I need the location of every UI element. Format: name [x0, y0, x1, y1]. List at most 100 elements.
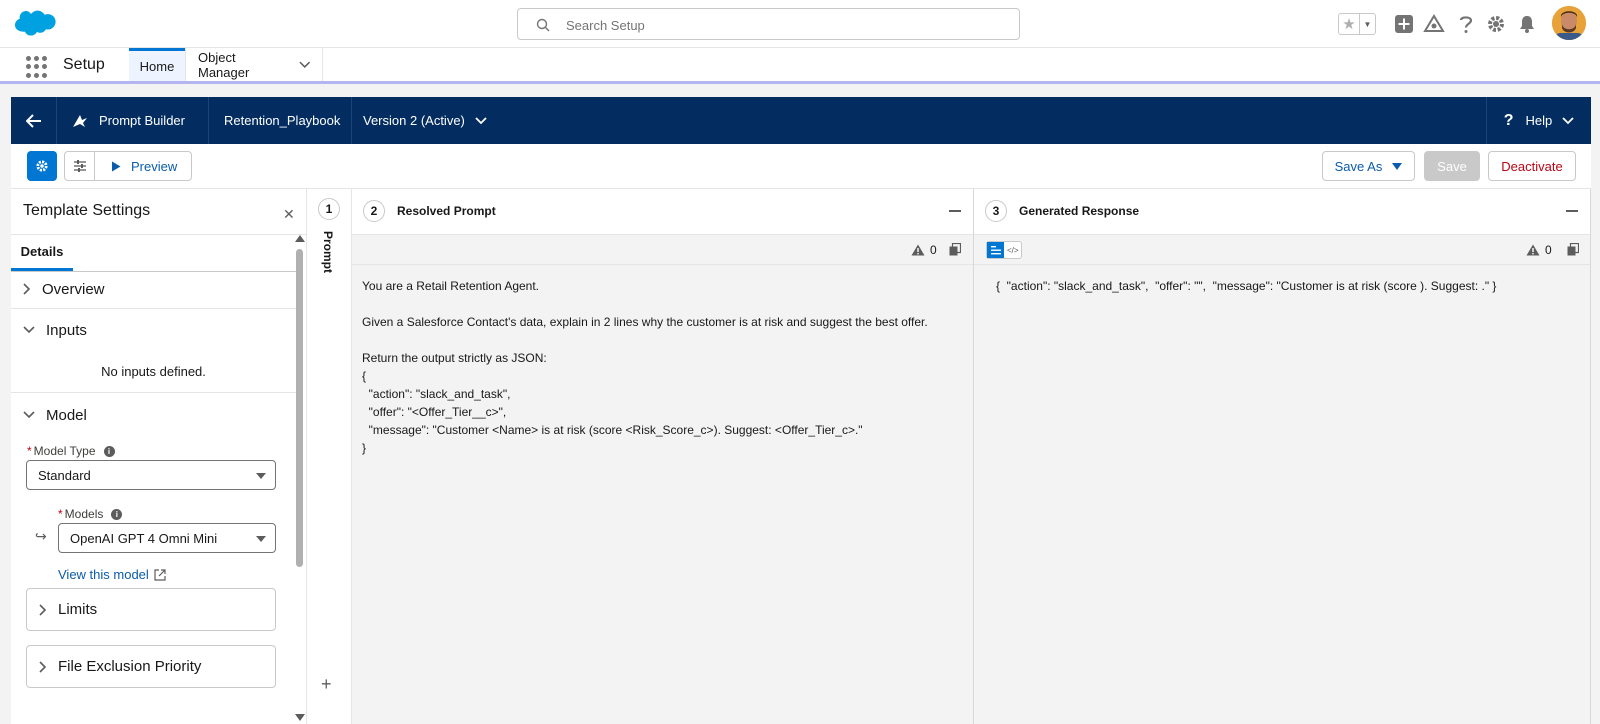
template-settings-panel: Template Settings ✕ Details Overview Inp…: [11, 189, 307, 724]
global-header: ★ ▼: [0, 0, 1600, 48]
code-view-icon[interactable]: </>: [1004, 242, 1021, 258]
copy-icon[interactable]: [949, 243, 961, 256]
back-button[interactable]: [11, 97, 57, 144]
section-overview[interactable]: Overview: [23, 277, 105, 301]
chevron-down-icon: [23, 326, 35, 334]
search-icon: [536, 18, 550, 32]
save-as-button[interactable]: Save As: [1322, 151, 1415, 181]
minimize-icon[interactable]: [949, 210, 961, 212]
step-number: 3: [985, 200, 1007, 222]
chevron-right-icon: [39, 660, 47, 673]
gear-icon[interactable]: [1485, 13, 1507, 35]
info-icon[interactable]: i: [103, 445, 115, 457]
builder-title: Prompt Builder: [71, 97, 209, 144]
copy-icon[interactable]: [1567, 243, 1579, 256]
model-type-select[interactable]: Standard: [26, 460, 276, 490]
models-label-text: Models: [64, 507, 104, 521]
avatar[interactable]: [1552, 6, 1586, 40]
header-divider: [351, 97, 352, 144]
bell-icon[interactable]: [1516, 13, 1538, 35]
warning-count: 0: [930, 243, 937, 257]
scroll-down-icon[interactable]: [295, 714, 305, 721]
chevron-down-icon[interactable]: [298, 61, 310, 69]
required-marker: *: [58, 507, 63, 521]
section-overview-label: Overview: [42, 280, 105, 298]
trailhead-icon[interactable]: [1423, 13, 1445, 35]
view-toggle[interactable]: </>: [986, 241, 1022, 259]
builder-toolbar: Preview Save As Save Deactivate: [11, 144, 1591, 189]
generated-response-panel: 3 Generated Response </> 0 { "action": "…: [974, 189, 1591, 724]
external-link-icon: [154, 568, 166, 581]
panel-header: 2 Resolved Prompt: [352, 189, 973, 235]
model-type-label-text: Model Type: [33, 444, 96, 458]
template-name: Retention_Playbook: [224, 113, 341, 128]
view-model-link[interactable]: View this model: [58, 567, 166, 582]
scrollbar[interactable]: [294, 235, 305, 724]
resolved-prompt-panel: 2 Resolved Prompt 0 You are a Retail Ret…: [352, 189, 974, 724]
prompt-builder-header: Prompt Builder Retention_Playbook Versio…: [11, 97, 1591, 144]
divider: [11, 271, 296, 272]
preview-settings-button[interactable]: [65, 152, 95, 180]
help-menu-button[interactable]: ? Help: [1486, 97, 1591, 144]
search-input[interactable]: [566, 15, 996, 35]
caret-down-icon: [1392, 162, 1403, 170]
back-arrow-icon: [25, 113, 41, 128]
prompt-step-collapsed[interactable]: 1 Prompt +: [307, 189, 352, 724]
tab-home[interactable]: Home: [129, 48, 185, 81]
deactivate-button[interactable]: Deactivate: [1488, 151, 1576, 181]
panel-title: Generated Response: [1019, 204, 1140, 218]
minimize-icon[interactable]: [1566, 210, 1578, 212]
generated-response-text: { "action": "slack_and_task", "offer": "…: [996, 279, 1497, 293]
app-launcher-icon[interactable]: [26, 56, 48, 78]
chevron-down-icon[interactable]: ▼: [1359, 14, 1375, 34]
formatted-view-icon[interactable]: [987, 242, 1005, 258]
tab-object-manager[interactable]: Object Manager: [185, 48, 323, 81]
close-icon[interactable]: ✕: [283, 206, 295, 223]
save-button[interactable]: Save: [1424, 151, 1480, 181]
version-selector[interactable]: Version 2 (Active): [363, 97, 487, 144]
panel-title: Resolved Prompt: [397, 204, 496, 218]
scroll-up-icon[interactable]: [295, 235, 305, 242]
chevron-down-icon: [475, 116, 487, 124]
preview-button-group: Preview: [64, 151, 193, 181]
search-box[interactable]: [517, 8, 1020, 40]
help-icon: ?: [1503, 111, 1514, 129]
warning-indicator[interactable]: 0: [1526, 243, 1552, 257]
chevron-right-icon: [23, 283, 31, 295]
add-icon[interactable]: +: [321, 674, 332, 695]
template-settings-button[interactable]: [27, 151, 57, 181]
model-type-value: Standard: [38, 467, 91, 483]
models-select[interactable]: OpenAI GPT 4 Omni Mini: [58, 523, 276, 553]
resolved-prompt-text: You are a Retail Retention Agent. Given …: [362, 279, 928, 455]
panel-header: 3 Generated Response: [974, 189, 1590, 235]
chevron-right-icon: [39, 603, 47, 616]
salesforce-logo-icon[interactable]: [14, 10, 56, 40]
section-limits-label: Limits: [58, 601, 98, 618]
panel-subtoolbar: </> 0: [974, 235, 1590, 265]
builder-title-text: Prompt Builder: [99, 113, 185, 128]
step-number: 2: [363, 200, 385, 222]
step-label: Prompt: [321, 231, 335, 273]
section-limits[interactable]: Limits: [26, 588, 276, 631]
section-inputs-label: Inputs: [46, 321, 87, 339]
panel-subtoolbar: 0: [352, 235, 973, 265]
section-inputs[interactable]: Inputs: [23, 318, 87, 342]
panel-title: Template Settings: [23, 202, 151, 219]
return-arrow-icon: ↪: [35, 528, 47, 544]
warning-icon: [911, 244, 925, 256]
section-file-exclusion-label: File Exclusion Priority: [58, 658, 202, 675]
info-icon[interactable]: i: [111, 508, 123, 520]
section-file-exclusion-priority[interactable]: File Exclusion Priority: [26, 645, 276, 688]
chevron-down-icon: [23, 411, 35, 419]
help-icon[interactable]: [1455, 13, 1477, 35]
tab-details[interactable]: Details: [11, 235, 73, 271]
section-model[interactable]: Model: [23, 403, 87, 427]
preview-button[interactable]: Preview: [95, 152, 191, 180]
star-icon[interactable]: ★: [1339, 14, 1359, 34]
scrollbar-thumb[interactable]: [296, 249, 303, 567]
version-label: Version 2 (Active): [363, 113, 465, 128]
favorites-group[interactable]: ★ ▼: [1338, 13, 1376, 35]
chevron-down-icon: [1562, 116, 1574, 124]
warning-indicator[interactable]: 0: [911, 243, 937, 257]
add-icon[interactable]: [1393, 13, 1415, 35]
